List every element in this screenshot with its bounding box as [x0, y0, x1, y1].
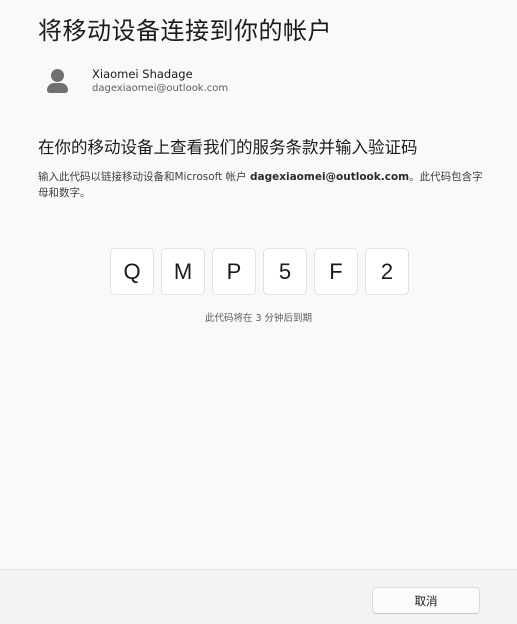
code-character: 2	[365, 248, 409, 295]
account-email: dagexiaomei@outlook.com	[92, 82, 229, 94]
description-prefix: 输入此代码以链接移动设备和Microsoft 帐户	[38, 171, 250, 183]
connect-mobile-dialog: 将移动设备连接到你的帐户 Xiaomei Shadage dagexiaomei…	[0, 0, 517, 624]
instruction-heading: 在你的移动设备上查看我们的服务条款并输入验证码	[38, 138, 418, 157]
code-character: 5	[263, 248, 307, 295]
verification-code: Q M P 5 F 2	[110, 248, 409, 295]
dialog-title: 将移动设备连接到你的帐户	[38, 17, 332, 45]
code-expiry-note: 此代码将在 3 分钟后到期	[204, 313, 313, 324]
code-character: F	[314, 248, 358, 295]
instruction-description: 输入此代码以链接移动设备和Microsoft 帐户 dagexiaomei@ou…	[38, 169, 488, 201]
code-character: P	[212, 248, 256, 295]
account-text: Xiaomei Shadage dagexiaomei@outlook.com	[92, 67, 228, 96]
account-name: Xiaomei Shadage	[92, 66, 193, 81]
cancel-button[interactable]: 取消	[372, 587, 480, 614]
account-info: Xiaomei Shadage dagexiaomei@outlook.com	[44, 64, 228, 98]
code-character: Q	[110, 248, 154, 295]
code-character: M	[161, 248, 205, 295]
person-icon	[44, 66, 70, 96]
dialog-footer: 取消	[0, 569, 517, 624]
description-email: dagexiaomei@outlook.com	[249, 171, 410, 183]
